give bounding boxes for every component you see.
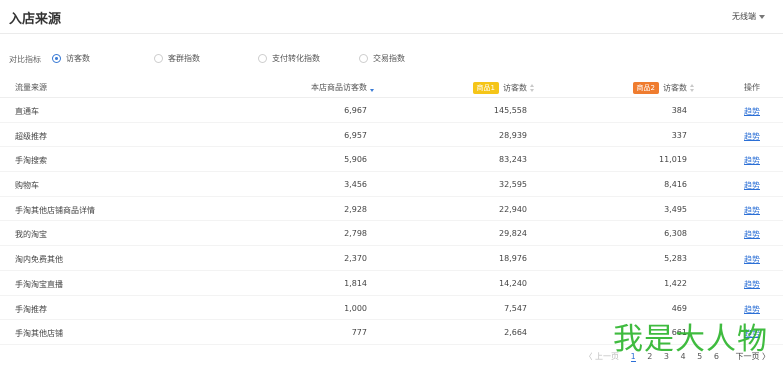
source-cell: 直通车 xyxy=(15,107,39,116)
source-cell: 超级推荐 xyxy=(15,131,47,141)
product1-visitors-cell: 2,664 xyxy=(504,328,527,338)
panel-title: 入店来源 xyxy=(9,12,62,27)
product1-visitors-cell: 22,940 xyxy=(499,204,527,214)
sort-icon xyxy=(690,84,695,92)
product2-visitors-cell: 6,308 xyxy=(664,229,687,239)
column-product1-visitors[interactable]: 商品1 访客数 xyxy=(472,82,535,94)
trend-link[interactable]: 趋势 xyxy=(744,155,760,166)
product2-visitors-cell: 11,019 xyxy=(659,155,687,165)
product1-visitors-cell: 83,243 xyxy=(499,155,527,165)
metric-option-conversion-index[interactable]: 支付转化指数 xyxy=(258,53,320,64)
product2-badge: 商品2 xyxy=(632,82,659,94)
trend-link[interactable]: 趋势 xyxy=(744,254,760,265)
trend-link[interactable]: 趋势 xyxy=(744,279,760,290)
column-action: 操作 xyxy=(744,83,760,92)
metric-option-visitors[interactable]: 访客数 xyxy=(52,53,90,64)
product2-visitors-cell: 5,283 xyxy=(664,254,687,264)
product1-badge: 商品1 xyxy=(472,82,499,94)
own-visitors-cell: 3,456 xyxy=(344,180,367,190)
column-source: 流量来源 xyxy=(15,83,47,92)
sort-icon xyxy=(530,84,535,92)
source-cell: 手淘推荐 xyxy=(15,304,47,314)
own-visitors-cell: 2,798 xyxy=(344,229,367,239)
own-visitors-cell: 2,370 xyxy=(344,254,367,264)
product2-visitors-cell: 1,422 xyxy=(664,278,687,288)
chevron-down-icon xyxy=(759,14,765,19)
own-visitors-cell: 1,000 xyxy=(344,303,367,313)
own-visitors-cell: 5,906 xyxy=(344,155,367,165)
trend-link[interactable]: 趋势 xyxy=(744,304,760,315)
trend-link[interactable]: 趋势 xyxy=(744,180,760,191)
product2-visitors-cell: 8,416 xyxy=(664,180,687,190)
own-visitors-cell: 1,814 xyxy=(344,278,367,288)
trend-link[interactable]: 趋势 xyxy=(744,205,760,216)
metric-option-customer-index[interactable]: 客群指数 xyxy=(154,53,200,64)
radio-icon xyxy=(154,54,163,63)
table-row: 手淘其他店铺商品详情 2,928 22,940 3,495 趋势 xyxy=(0,197,783,222)
product1-visitors-cell: 7,547 xyxy=(504,303,527,313)
table-row: 直通车 6,967 145,558 384 趋势 xyxy=(0,98,783,123)
device-select-label: 无线端 xyxy=(732,12,756,21)
column-own-visitors[interactable]: 本店商品访客数 xyxy=(311,82,375,93)
radio-checked-icon xyxy=(52,54,61,63)
table-row: 超级推荐 6,957 28,939 337 趋势 xyxy=(0,123,783,148)
product1-visitors-cell: 28,939 xyxy=(499,130,527,140)
product2-visitors-cell: 337 xyxy=(671,130,687,140)
radio-icon xyxy=(258,54,267,63)
product1-visitors-cell: 29,824 xyxy=(499,229,527,239)
source-cell: 淘内免费其他 xyxy=(15,255,63,265)
product1-visitors-cell: 18,976 xyxy=(499,254,527,264)
product1-visitors-cell: 145,558 xyxy=(493,106,527,115)
product2-visitors-cell: 3,495 xyxy=(664,204,687,214)
source-cell: 手淘淘宝直播 xyxy=(15,279,63,289)
panel-header: 入店来源 无线端 xyxy=(0,0,783,34)
device-select[interactable]: 无线端 xyxy=(732,11,765,22)
own-visitors-cell: 6,967 xyxy=(344,106,367,115)
trend-link[interactable]: 趋势 xyxy=(744,131,760,142)
table-row: 淘内免费其他 2,370 18,976 5,283 趋势 xyxy=(0,246,783,271)
product1-visitors-cell: 14,240 xyxy=(499,278,527,288)
table-row: 购物车 3,456 32,595 8,416 趋势 xyxy=(0,172,783,197)
trend-link[interactable]: 趋势 xyxy=(744,229,760,240)
sort-desc-icon xyxy=(370,84,375,92)
table-row: 手淘淘宝直播 1,814 14,240 1,422 趋势 xyxy=(0,271,783,296)
metric-label: 对比指标 xyxy=(9,55,41,64)
product2-visitors-cell: 384 xyxy=(671,106,687,115)
source-cell: 手淘其他店铺商品详情 xyxy=(15,205,95,215)
own-visitors-cell: 777 xyxy=(351,328,367,338)
own-visitors-cell: 6,957 xyxy=(344,130,367,140)
radio-icon xyxy=(359,54,368,63)
table-body: 直通车 6,967 145,558 384 趋势 超级推荐 6,957 28,9… xyxy=(0,98,783,345)
table-row: 我的淘宝 2,798 29,824 6,308 趋势 xyxy=(0,221,783,247)
column-product2-visitors[interactable]: 商品2 访客数 xyxy=(632,82,695,94)
product2-visitors-cell: 469 xyxy=(671,303,687,313)
metric-option-trade-index[interactable]: 交易指数 xyxy=(359,53,405,64)
own-visitors-cell: 2,928 xyxy=(344,204,367,214)
source-cell: 购物车 xyxy=(15,181,39,191)
table-header: 流量来源 本店商品访客数 商品1 访客数 商品2 访客数 操作 xyxy=(0,76,783,98)
table-row: 手淘搜索 5,906 83,243 11,019 趋势 xyxy=(0,147,783,173)
trend-link[interactable]: 趋势 xyxy=(744,106,760,117)
source-cell: 我的淘宝 xyxy=(15,230,47,240)
source-cell: 手淘其他店铺 xyxy=(15,329,63,339)
source-cell: 手淘搜索 xyxy=(15,156,47,166)
watermark-text: 我是大人物 xyxy=(613,322,768,357)
product1-visitors-cell: 32,595 xyxy=(499,180,527,190)
